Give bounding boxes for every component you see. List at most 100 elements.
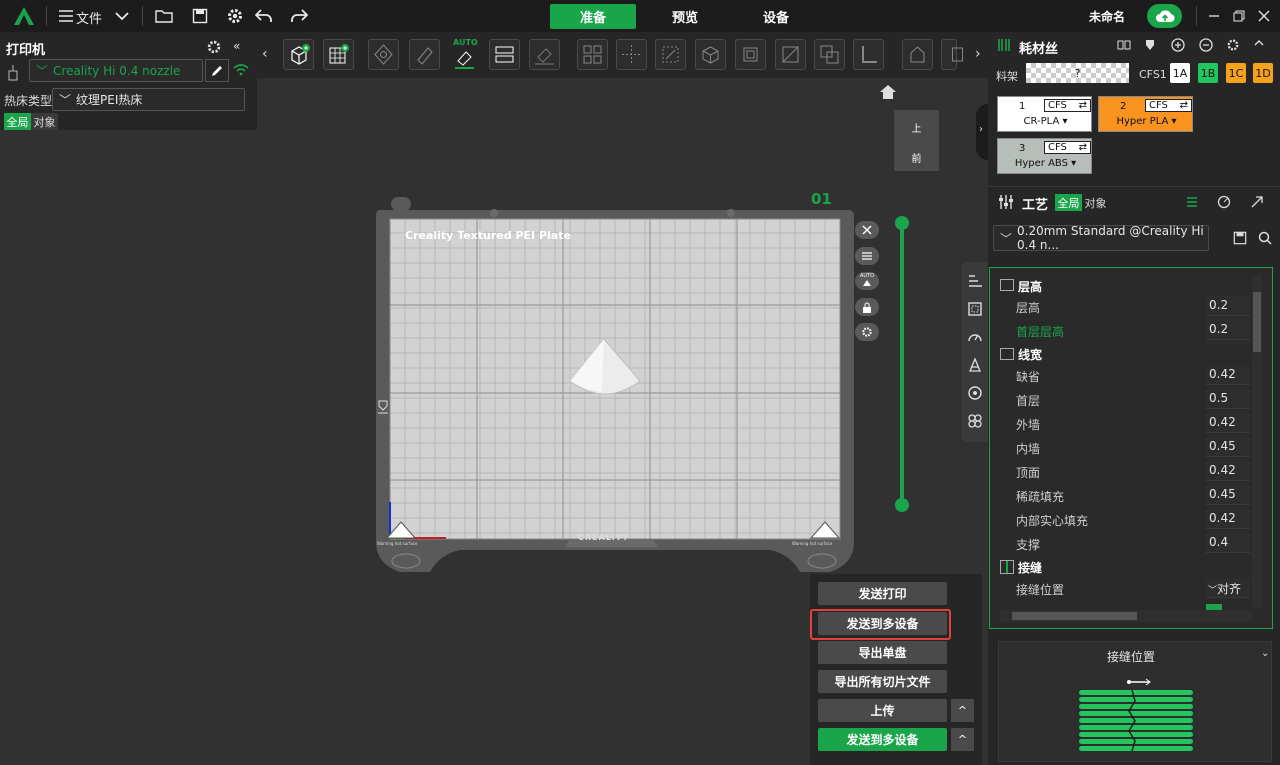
setting-row[interactable]: 缺省 0.42 <box>990 364 1250 388</box>
process-advanced-icon[interactable] <box>1250 195 1264 212</box>
horizontal-scrollbar-thumb[interactable] <box>1012 612 1137 620</box>
process-profile-select[interactable]: ﹀ 0.20mm Standard @Creality Hi 0.4 n... <box>993 224 1209 252</box>
scale-tool[interactable] <box>655 39 686 70</box>
view-front-label[interactable]: 前 <box>894 150 939 165</box>
setting-value-input[interactable]: 0.42 <box>1206 365 1250 385</box>
setting-value-input[interactable]: 0.5 <box>1206 389 1250 409</box>
slot-filament-name[interactable]: Hyper PLA ▾ <box>1099 116 1194 127</box>
layer-slider-top-handle[interactable] <box>895 216 909 230</box>
setting-row[interactable]: 首层 0.5 <box>990 388 1250 412</box>
delete-plate-button[interactable] <box>855 221 879 239</box>
vertical-scrollbar[interactable] <box>1252 276 1262 608</box>
upload-button[interactable]: 上传 <box>818 699 947 722</box>
vertical-scrollbar-thumb[interactable] <box>1253 292 1261 352</box>
plate-settings-button[interactable] <box>855 323 879 341</box>
boolean-tool[interactable] <box>814 39 845 70</box>
speed-tab-icon[interactable] <box>964 326 986 348</box>
export-all-sliced-button[interactable]: 导出所有切片文件 <box>818 670 947 693</box>
collapse-preview-icon[interactable]: ⌄ <box>1261 648 1269 659</box>
collapse-panel-icon[interactable]: « <box>233 39 240 53</box>
save-icon[interactable] <box>190 6 210 26</box>
send-to-multi-device-button[interactable]: 发送到多设备 <box>818 612 947 635</box>
filament-settings-gear-icon[interactable] <box>1226 38 1240 55</box>
menu-icon[interactable] <box>56 6 76 26</box>
setting-row[interactable]: 稀疏填充 0.45 <box>990 484 1250 508</box>
toolbar-scroll-right-icon[interactable]: › <box>975 46 981 62</box>
hollow-tool[interactable] <box>735 39 766 70</box>
setting-value-input[interactable]: 0.4 <box>1206 533 1250 553</box>
setting-row[interactable]: 接缝位置 ﹀对齐 <box>990 577 1250 601</box>
setting-value-input[interactable]: 0.2 <box>1206 296 1250 316</box>
multimaterial-tab-icon[interactable] <box>964 382 986 404</box>
setting-row[interactable]: 支撑 0.4 <box>990 532 1250 556</box>
rack-unknown-slot[interactable]: ? <box>1026 63 1129 83</box>
filament-slot-2[interactable]: 2 CFS ⇄ Hyper PLA ▾ <box>1098 96 1193 132</box>
collapse-filament-icon[interactable] <box>1254 38 1264 52</box>
add-object-tool[interactable] <box>283 39 314 70</box>
send-to-multi-device-primary-button[interactable]: 发送到多设备 <box>818 728 947 751</box>
slot-filament-name[interactable]: CR-PLA ▾ <box>998 116 1093 127</box>
cfs-slot-1a[interactable]: 1A <box>1170 63 1190 83</box>
upload-options-button[interactable]: ^ <box>951 699 974 722</box>
setting-row[interactable]: 内部实心填充 0.42 <box>990 508 1250 532</box>
auto-flatten-tool[interactable]: AUTO <box>450 38 481 70</box>
scope-global-toggle[interactable]: 全局 <box>4 113 31 130</box>
horizontal-scrollbar[interactable] <box>1000 610 1252 622</box>
seam-position-select[interactable]: ﹀对齐 <box>1206 578 1250 598</box>
split-tool[interactable] <box>489 39 520 70</box>
nozzle-icon[interactable] <box>1143 38 1157 55</box>
file-menu-label[interactable]: 文件 <box>76 8 102 27</box>
bed-type-select[interactable]: ﹀ 纹理PEI热床 <box>52 88 245 111</box>
move-tool[interactable] <box>616 39 647 70</box>
measure-tool[interactable] <box>853 39 884 70</box>
setting-value-input[interactable]: 0.45 <box>1206 437 1250 457</box>
strength-tab-icon[interactable] <box>964 298 986 320</box>
build-plate[interactable]: Creality Textured PEI Plate CREALITY War… <box>370 192 860 577</box>
support-tab-icon[interactable] <box>964 354 986 376</box>
lay-on-face-tool[interactable] <box>529 39 560 70</box>
toolbar-scroll-left-icon[interactable]: ‹ <box>262 46 268 62</box>
save-profile-icon[interactable] <box>1233 231 1247 248</box>
setting-value-input[interactable]: 0.45 <box>1206 485 1250 505</box>
lock-plate-button[interactable] <box>855 298 879 316</box>
cloud-upload-button[interactable] <box>1147 4 1182 28</box>
restore-icon[interactable] <box>1229 6 1249 26</box>
arrange-plate-button[interactable] <box>855 247 879 265</box>
remove-filament-icon[interactable] <box>1199 38 1213 55</box>
process-compare-icon[interactable] <box>1185 195 1199 212</box>
setting-value-input[interactable]: 0.42 <box>1206 413 1250 433</box>
edit-printer-button[interactable] <box>205 59 229 82</box>
cfs-slot-1d[interactable]: 1D <box>1253 63 1273 83</box>
add-plate-tool[interactable] <box>323 39 354 70</box>
gear-icon[interactable] <box>225 6 245 26</box>
send-print-button[interactable]: 发送打印 <box>818 582 947 605</box>
search-icon[interactable] <box>1258 231 1272 248</box>
send-options-button[interactable]: ^ <box>951 728 974 751</box>
setting-row[interactable]: 首层层高 0.2 <box>990 319 1250 343</box>
export-plate-button[interactable]: 导出单盘 <box>818 641 947 664</box>
support-paint-tool[interactable] <box>902 39 933 70</box>
open-folder-icon[interactable] <box>154 6 174 26</box>
scope-object-toggle[interactable]: 对象 <box>31 113 58 130</box>
layer-slider-track[interactable] <box>900 222 904 506</box>
setting-row[interactable]: 层高 0.2 <box>990 295 1250 319</box>
setting-row[interactable]: 内墙 0.45 <box>990 436 1250 460</box>
process-scope-object[interactable]: 对象 <box>1082 194 1109 211</box>
tab-device[interactable]: 设备 <box>733 4 819 29</box>
cut-tool[interactable] <box>775 39 806 70</box>
setting-row[interactable]: 外墙 0.42 <box>990 412 1250 436</box>
setting-value-input[interactable]: 0.42 <box>1206 509 1250 529</box>
setting-value-input[interactable]: 0.42 <box>1206 461 1250 481</box>
rotate-tool[interactable] <box>695 39 726 70</box>
redo-icon[interactable] <box>289 6 309 26</box>
close-icon[interactable] <box>1254 6 1274 26</box>
filament-group-icon[interactable] <box>1117 38 1131 55</box>
view-cube[interactable]: 上 前 <box>894 110 939 171</box>
setting-row[interactable]: 顶面 0.42 <box>990 460 1250 484</box>
auto-orient-plate-button[interactable]: AUTO <box>855 272 879 290</box>
plate-edit-icon[interactable] <box>391 197 411 211</box>
expand-right-panel-button[interactable]: › <box>976 104 988 160</box>
add-filament-icon[interactable] <box>1171 38 1185 55</box>
filament-slot-1[interactable]: 1 CFS ⇄ CR-PLA ▾ <box>997 96 1092 132</box>
filament-slot-3[interactable]: 3 CFS ⇄ Hyper ABS ▾ <box>997 138 1092 174</box>
